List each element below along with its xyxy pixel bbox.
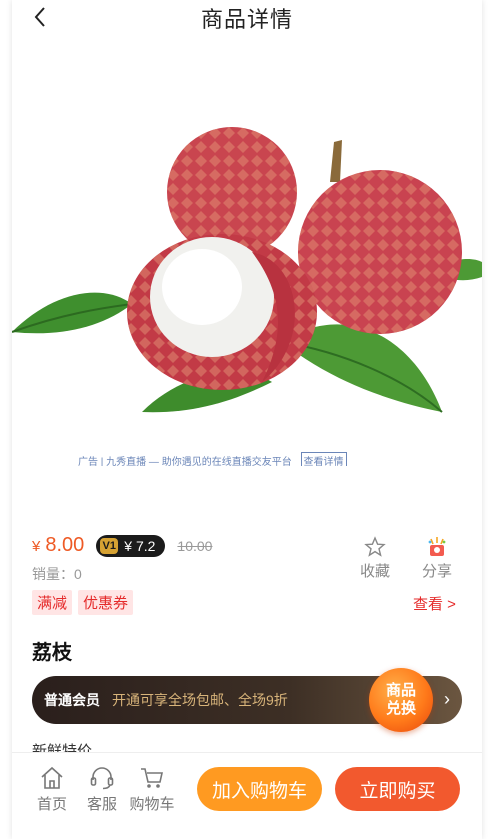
promo-tag-discount: 满减 <box>32 590 73 615</box>
original-price: 10.00 <box>177 537 213 554</box>
nav-cart-label: 购物车 <box>129 796 175 813</box>
favorite-label: 收藏 <box>359 563 390 580</box>
redeem-line2: 兑换 <box>385 700 416 717</box>
vip-level-icon: V1 <box>100 537 119 554</box>
promo-tags: 满减 优惠券 <box>32 590 134 615</box>
product-name: 荔枝 <box>32 642 72 664</box>
redeem-button[interactable]: 商品 兑换 <box>369 668 433 732</box>
member-level: 普通会员 <box>44 692 100 708</box>
nav-home[interactable]: 首页 <box>28 765 76 814</box>
sales-count: 销量：0 <box>32 566 82 582</box>
page-title: 商品详情 <box>200 7 293 32</box>
current-price: ¥8.00 <box>32 534 84 557</box>
favorite-button[interactable]: 收藏 <box>345 536 405 581</box>
share-label: 分享 <box>421 563 452 580</box>
buy-now-button[interactable]: 立即购买 <box>335 767 460 811</box>
back-icon[interactable] <box>30 4 52 30</box>
vip-price-badge: V1 ¥ 7.2 <box>96 534 166 557</box>
home-icon <box>41 766 63 789</box>
header: 商品详情 <box>12 0 482 36</box>
headset-icon <box>90 767 114 790</box>
member-desc: 开通可享全场包邮、全场9折 <box>112 692 288 708</box>
share-button[interactable]: 分享 <box>407 536 467 581</box>
ad-text: 广告 | 九秀直播 — 助你遇见的在线直播交友平台 <box>78 457 292 466</box>
currency-symbol: ¥ <box>32 538 41 555</box>
ad-banner[interactable]: 广告 | 九秀直播 — 助你遇见的在线直播交友平台 查看详情 <box>78 452 398 466</box>
ad-detail-tag[interactable]: 查看详情 <box>300 452 347 466</box>
bottom-action-bar: 首页 客服 购物车 加入购物车 立即购买 <box>12 752 482 839</box>
add-to-cart-button[interactable]: 加入购物车 <box>197 767 322 811</box>
star-icon <box>364 536 386 557</box>
cart-icon <box>141 768 163 788</box>
price-value: 8.00 <box>45 534 85 556</box>
view-all-link[interactable]: 查看 > <box>413 593 456 614</box>
nav-home-label: 首页 <box>36 796 67 813</box>
chevron-right-icon: › <box>444 689 450 709</box>
nav-cart[interactable]: 购物车 <box>126 765 178 814</box>
promo-tag-coupon: 优惠券 <box>78 590 134 615</box>
redeem-line1: 商品 <box>385 682 416 699</box>
nav-service-label: 客服 <box>86 796 117 813</box>
page-frame: 商品详情 广告 | 九秀直播 — 助你遇见的在线直播交友平台 查看详情 ¥ 8.… <box>12 0 482 839</box>
gift-share-icon <box>428 537 446 556</box>
vip-price: ¥ 7.2 <box>124 537 156 554</box>
product-image[interactable] <box>12 42 482 462</box>
price-row: ¥8.00 V1 ¥ 7.2 10.00 <box>32 534 212 557</box>
nav-service[interactable]: 客服 <box>78 765 126 814</box>
